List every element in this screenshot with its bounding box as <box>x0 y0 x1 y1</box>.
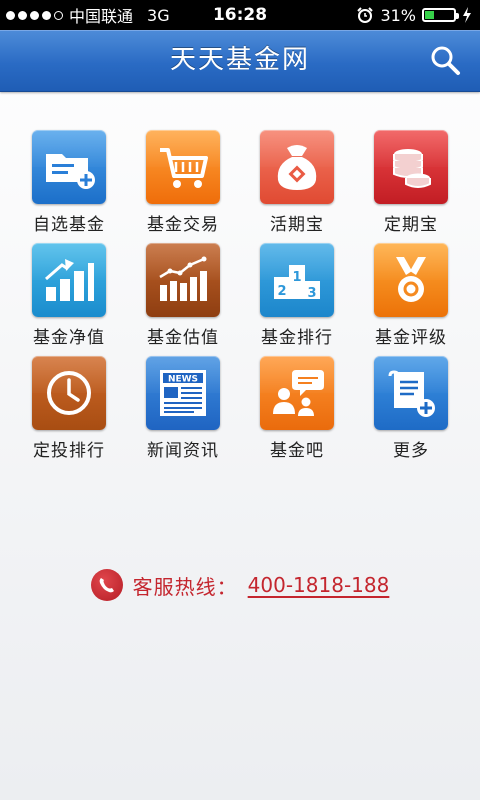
menu-item-current-deposit[interactable]: 活期宝 <box>240 130 354 235</box>
menu-tile: NEWS <box>146 356 220 430</box>
menu-item-fixed-deposit[interactable]: 定期宝 <box>354 130 468 235</box>
trend-chart-icon <box>159 256 207 301</box>
folder-add-icon <box>46 154 95 189</box>
menu-item-label: 新闻资讯 <box>147 441 219 461</box>
menu-tile <box>374 243 448 317</box>
podium-icon: 2 1 3 <box>274 265 320 301</box>
menu-item-favorite-funds[interactable]: 自选基金 <box>12 130 126 235</box>
menu-item-fund-rating[interactable]: 基金评级 <box>354 243 468 348</box>
battery-icon <box>422 8 459 22</box>
shopping-cart-icon <box>160 148 208 188</box>
menu-tile <box>260 356 334 430</box>
menu-item-label: 活期宝 <box>270 215 324 235</box>
menu-item-sip-ranking[interactable]: 定投排行 <box>12 356 126 461</box>
menu-item-label: 基金交易 <box>147 215 219 235</box>
menu-item-more[interactable]: 更多 <box>354 356 468 461</box>
menu-item-label: 定期宝 <box>384 215 438 235</box>
coin-stack-icon <box>393 149 431 188</box>
menu-item-fund-estimate[interactable]: 基金估值 <box>126 243 240 348</box>
menu-item-label: 定投排行 <box>33 441 105 461</box>
menu-tile <box>32 356 106 430</box>
podium-number-3: 3 <box>307 286 316 301</box>
menu-tile <box>32 130 106 204</box>
alarm-icon <box>357 7 374 23</box>
more-doc-icon <box>388 370 435 417</box>
podium-number-1: 1 <box>292 270 301 285</box>
phone-icon <box>90 569 123 601</box>
customer-service-hotline: 客服热线： 400-1818-188 <box>0 568 480 602</box>
chat-users-icon <box>273 370 324 416</box>
bar-chart-up-icon <box>45 259 94 301</box>
menu-tile <box>260 130 334 204</box>
charging-bolt-icon <box>463 7 471 23</box>
menu-item-label: 基金吧 <box>270 441 324 461</box>
menu-item-label: 基金净值 <box>33 328 105 348</box>
menu-tile <box>146 130 220 204</box>
battery-percent: 31% <box>380 5 416 25</box>
news-badge: NEWS <box>168 375 198 385</box>
medal-icon <box>396 257 426 302</box>
menu-tile <box>374 356 448 430</box>
menu-item-label: 基金评级 <box>375 328 447 348</box>
menu-tile: 2 1 3 <box>260 243 334 317</box>
menu-item-label: 基金排行 <box>261 328 333 348</box>
menu-item-fund-ranking[interactable]: 2 1 3 基金排行 <box>240 243 354 348</box>
search-icon <box>431 46 460 75</box>
app-header: 天天基金网 <box>0 30 480 92</box>
podium-number-2: 2 <box>277 284 286 299</box>
menu-item-label: 更多 <box>393 441 429 461</box>
page-title: 天天基金网 <box>169 45 310 75</box>
newspaper-icon: NEWS <box>160 370 206 416</box>
menu-item-fund-nav[interactable]: 基金净值 <box>12 243 126 348</box>
hotline-number-link[interactable]: 400-1818-188 <box>248 573 390 597</box>
status-bar: 中国联通 3G 16:28 31% <box>0 0 480 30</box>
hotline-label: 客服热线： <box>132 574 238 599</box>
menu-tile <box>374 130 448 204</box>
menu-tile <box>32 243 106 317</box>
money-bag-icon <box>277 145 317 190</box>
menu-item-label: 基金估值 <box>147 328 219 348</box>
menu-item-fund-trading[interactable]: 基金交易 <box>126 130 240 235</box>
menu-item-label: 自选基金 <box>33 215 105 235</box>
search-button[interactable] <box>428 43 462 77</box>
clock-icon <box>47 371 91 415</box>
menu-item-fund-forum[interactable]: 基金吧 <box>240 356 354 461</box>
menu-tile <box>146 243 220 317</box>
menu-item-news[interactable]: NEWS 新闻资讯 <box>126 356 240 461</box>
